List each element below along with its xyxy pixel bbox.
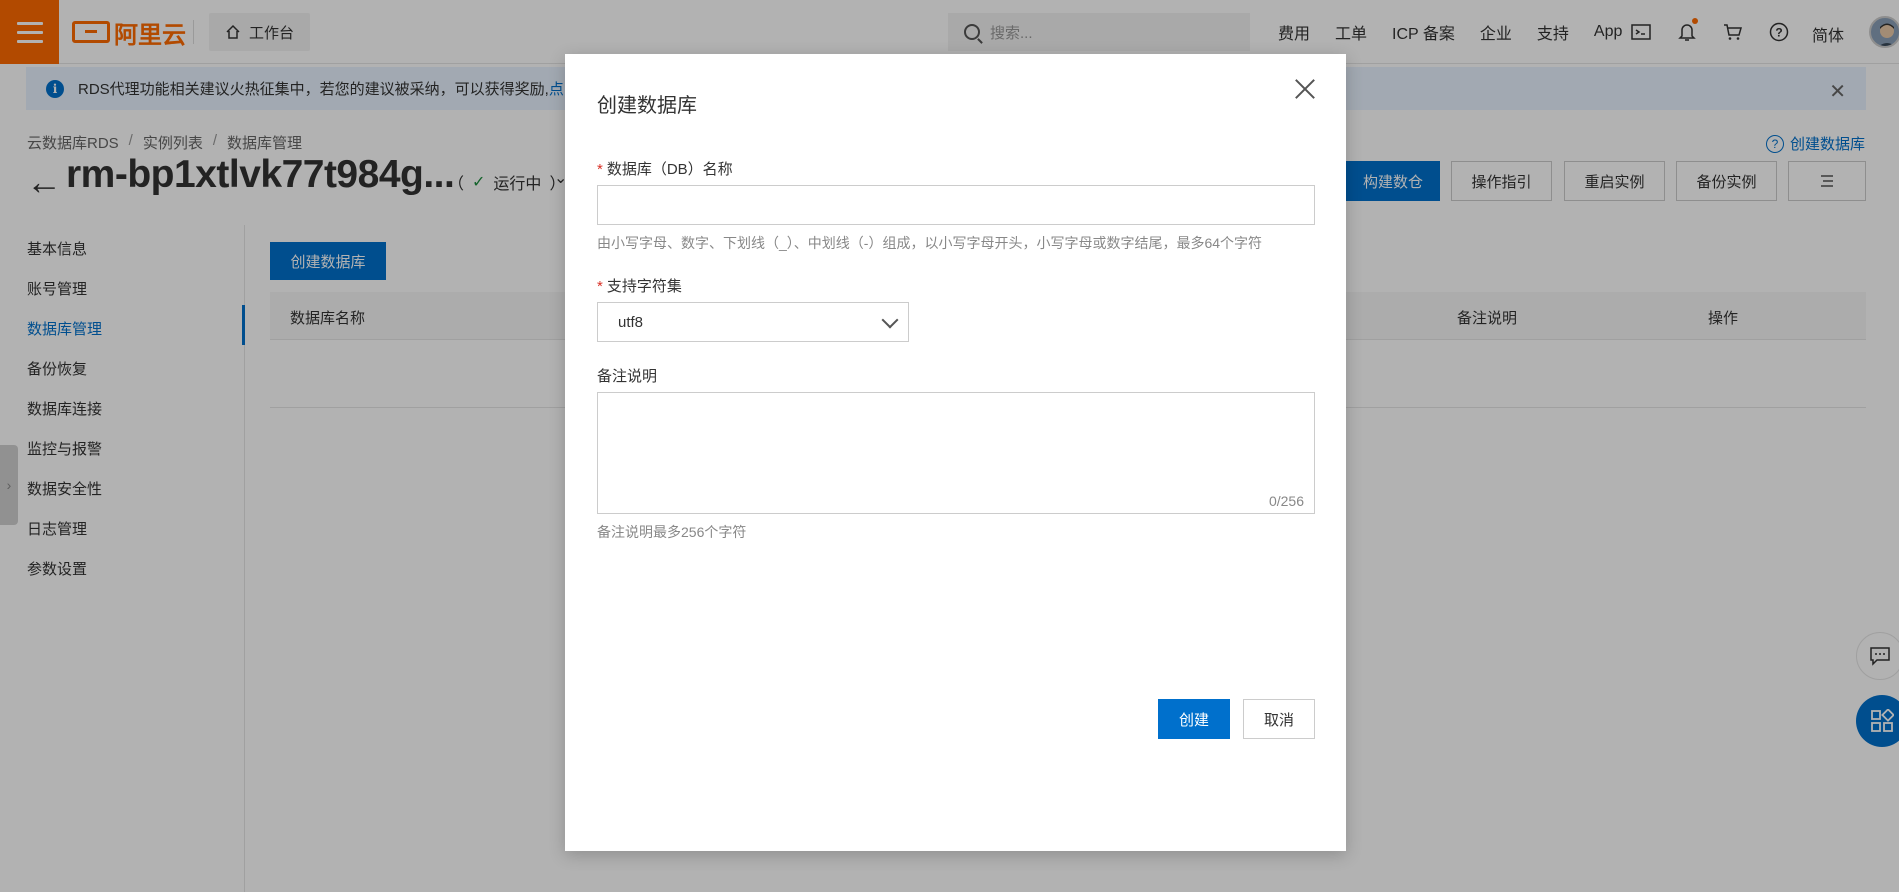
cancel-button[interactable]: 取消 — [1243, 699, 1315, 739]
create-database-dialog: 创建数据库 * 数据库（DB）名称 由小写字母、数字、下划线（_）、中划线（-）组… — [565, 54, 1346, 851]
dialog-title: 创建数据库 — [597, 95, 697, 117]
chevron-down-icon — [881, 311, 899, 329]
charset-selected-value: utf8 — [618, 313, 644, 331]
remark-help: 备注说明最多256个字符 — [597, 524, 747, 540]
remark-label: 备注说明 — [597, 368, 658, 385]
remark-textarea[interactable]: 0/256 — [597, 392, 1315, 514]
charset-label: * 支持字符集 — [597, 275, 682, 296]
db-name-label: * 数据库（DB）名称 — [597, 158, 733, 179]
db-name-label-text: 数据库（DB）名称 — [606, 161, 733, 178]
charset-select[interactable]: utf8 — [597, 302, 909, 342]
remark-char-counter: 0/256 — [1268, 493, 1304, 509]
db-name-input[interactable] — [597, 185, 1315, 225]
required-marker: * — [597, 278, 603, 295]
db-name-help: 由小写字母、数字、下划线（_）、中划线（-）组成，以小写字母开头，小写字母或数字… — [597, 235, 1263, 251]
charset-label-text: 支持字符集 — [606, 278, 682, 295]
close-icon[interactable] — [1292, 76, 1318, 102]
create-button[interactable]: 创建 — [1158, 699, 1230, 739]
required-marker: * — [597, 161, 603, 178]
